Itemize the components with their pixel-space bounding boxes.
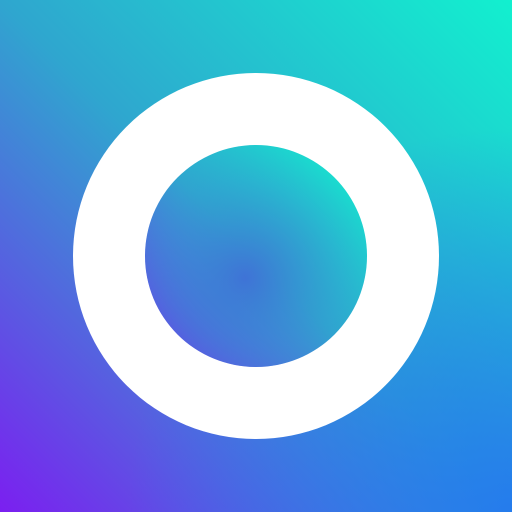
app-icon [0, 0, 512, 512]
ring-inner-shade [145, 145, 367, 367]
ring-icon [0, 0, 512, 512]
